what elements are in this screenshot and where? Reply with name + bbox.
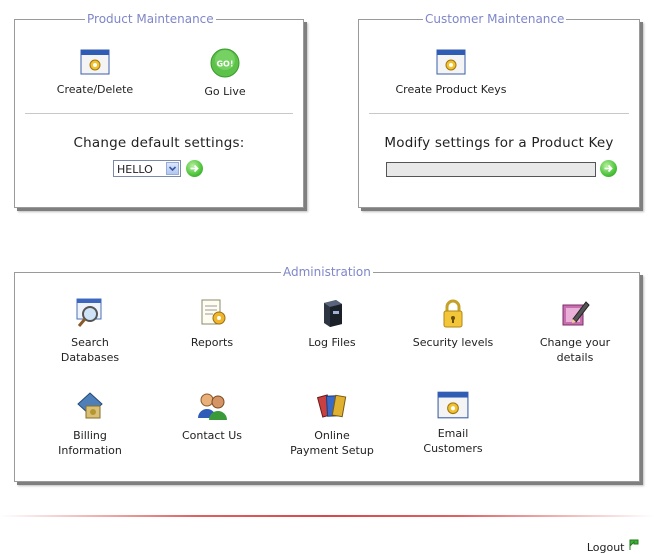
product-maintenance-panel: Product Maintenance Create/Delete GO! Go… [14,11,304,208]
payment-cards-icon [316,394,347,418]
administration-panel: Administration Search Databases Reports [14,264,640,482]
create-product-keys-button[interactable]: Create Product Keys [381,48,521,97]
admin-item-label: Search Databases [60,336,120,364]
admin-item-label: Reports [190,336,234,349]
admin-item-label: Log Files [308,336,356,349]
admin-item-label: Contact Us [181,429,243,442]
change-your-details-button[interactable]: Change your details [525,297,625,365]
create-delete-button[interactable]: Create/Delete [45,48,145,97]
modify-settings-heading: Modify settings for a Product Key [384,135,614,151]
select-value: HELLO [117,163,153,176]
search-database-icon [76,298,102,327]
default-settings-select[interactable]: HELLO [113,160,181,177]
section-divider [25,113,293,114]
online-payment-setup-button[interactable]: Online Payment Setup [282,390,382,458]
billing-icon [77,392,103,419]
go-icon: GO! [210,48,240,78]
window-gear-icon [437,391,469,419]
billing-information-button[interactable]: Billing Information [40,390,140,458]
search-databases-button[interactable]: Search Databases [40,297,140,365]
create-delete-label: Create/Delete [56,83,134,96]
product-key-input[interactable] [386,162,596,177]
contact-us-button[interactable]: Contact Us [162,390,262,443]
go-badge-text: GO! [216,60,233,69]
log-files-button[interactable]: Log Files [282,297,382,350]
lock-icon [443,299,463,328]
log-files-icon [324,300,342,327]
admin-item-label: Email Customers [423,427,483,455]
customer-maintenance-title: Customer Maintenance [423,11,567,27]
reports-icon [201,299,226,325]
section-divider [369,113,629,114]
contacts-icon [198,393,227,420]
arrow-right-icon [190,164,199,173]
security-levels-button[interactable]: Security levels [398,297,508,350]
admin-item-label: Billing Information [58,429,122,457]
window-gear-icon [436,49,466,75]
change-default-heading: Change default settings: [73,135,245,151]
email-customers-button[interactable]: Email Customers [403,390,503,456]
admin-item-label: Online Payment Setup [290,429,374,457]
edit-details-icon [562,301,590,326]
go-live-label: Go Live [204,85,246,98]
footer-divider [0,515,654,517]
go-live-button[interactable]: GO! Go Live [175,48,275,99]
chevron-down-icon [166,162,179,175]
logout-label: Logout [586,541,625,554]
default-settings-go-button[interactable] [186,160,203,177]
administration-title: Administration [281,264,373,280]
logout-icon [629,539,639,550]
window-gear-icon [80,49,110,75]
product-maintenance-title: Product Maintenance [85,11,216,27]
modify-settings-go-button[interactable] [600,160,617,177]
arrow-right-icon [604,164,613,173]
admin-item-label: Change your details [539,336,611,364]
create-product-keys-label: Create Product Keys [395,83,507,96]
admin-item-label: Security levels [412,336,494,349]
customer-maintenance-panel: Customer Maintenance Create Product Keys… [358,11,640,208]
reports-button[interactable]: Reports [162,297,262,350]
logout-link[interactable]: Logout [587,538,640,554]
